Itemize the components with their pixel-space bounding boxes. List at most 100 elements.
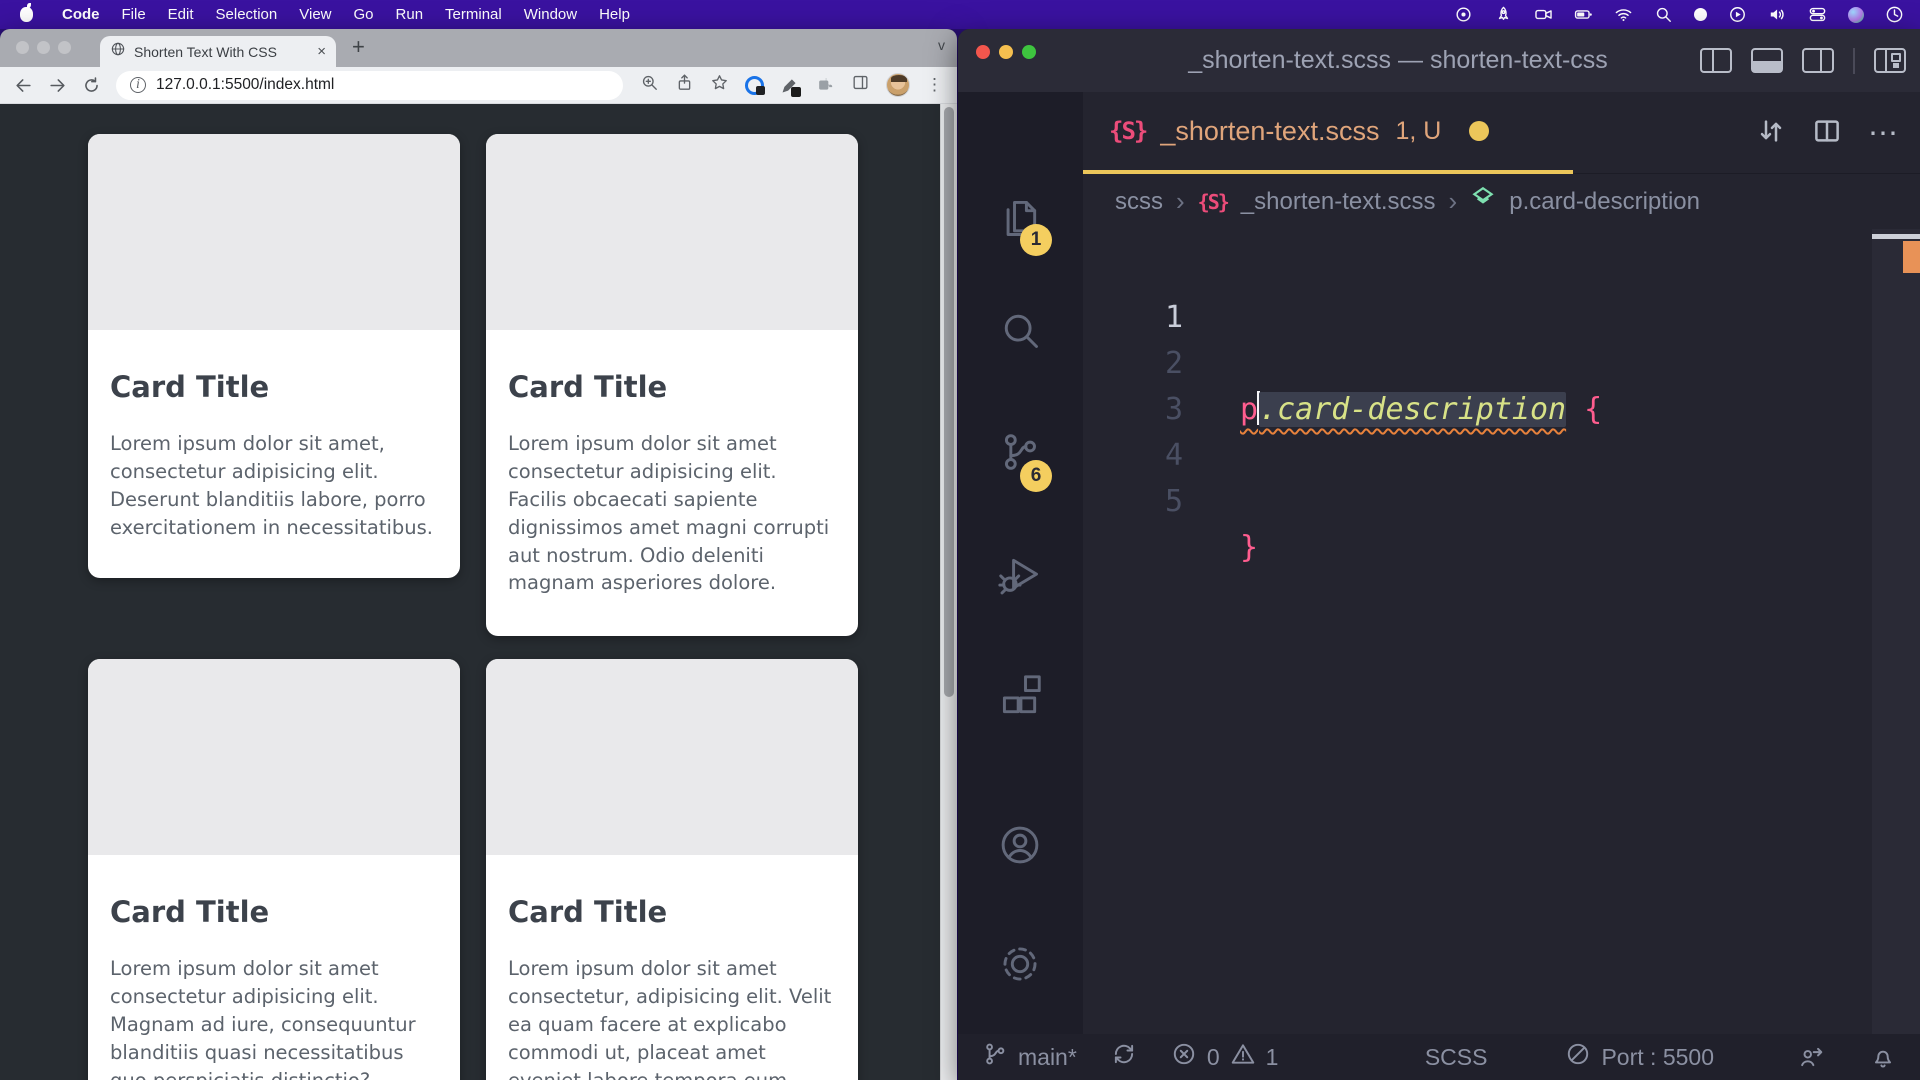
- colorpicker-extension-icon[interactable]: [780, 76, 799, 95]
- page-scrollbar[interactable]: [940, 104, 957, 1080]
- chevron-right-icon: ›: [1176, 186, 1185, 217]
- profile-avatar[interactable]: [886, 73, 910, 97]
- tab-search-chevron-icon[interactable]: v: [938, 37, 945, 53]
- menu-selection[interactable]: Selection: [205, 6, 289, 23]
- breadcrumb-symbol[interactable]: p.card-description: [1509, 188, 1700, 216]
- menu-go[interactable]: Go: [343, 6, 385, 23]
- sync-icon: [1111, 1041, 1137, 1073]
- card-description: Lorem ipsum dolor sit amet consectetur a…: [110, 955, 436, 1080]
- back-icon[interactable]: [14, 76, 33, 95]
- toggle-secondary-sidebar-icon[interactable]: [1802, 48, 1834, 73]
- notifications-bell-icon[interactable]: [1870, 1044, 1896, 1070]
- menu-edit[interactable]: Edit: [157, 6, 205, 23]
- run-debug-icon[interactable]: [998, 553, 1042, 597]
- feedback-icon[interactable]: [1798, 1044, 1824, 1070]
- line-number: 4: [1083, 433, 1183, 479]
- card-description: Lorem ipsum dolor sit amet consectetur a…: [508, 430, 834, 597]
- volume-icon[interactable]: [1768, 5, 1787, 24]
- divider: [1853, 48, 1855, 74]
- bookmark-star-icon[interactable]: [710, 73, 729, 97]
- port-label: Port : 5500: [1601, 1044, 1714, 1071]
- toggle-panel-icon[interactable]: [1751, 48, 1783, 73]
- accounts-icon[interactable]: [998, 823, 1042, 867]
- extensions-icon[interactable]: [998, 675, 1042, 719]
- editor-tab[interactable]: {S} _shorten-text.scss 1, U: [1083, 92, 1573, 174]
- activity-bar: 1 6: [958, 92, 1083, 1034]
- extensions-puzzle-icon[interactable]: [815, 73, 835, 98]
- menu-view[interactable]: View: [288, 6, 342, 23]
- card-image-placeholder: [486, 134, 858, 330]
- reload-icon[interactable]: [82, 76, 101, 95]
- menu-window[interactable]: Window: [513, 6, 588, 23]
- close-brace-token: }: [1240, 530, 1258, 565]
- card: Card Title Lorem ipsum dolor sit amet, c…: [88, 134, 460, 578]
- zoom-icon[interactable]: [640, 73, 659, 97]
- browser-window: Shorten Text With CSS × + v i 127.0.0.1:…: [0, 29, 957, 1080]
- browser-tab[interactable]: Shorten Text With CSS ×: [100, 36, 336, 67]
- scrollbar-thumb[interactable]: [944, 107, 954, 697]
- window-close-button[interactable]: [976, 45, 990, 59]
- dot-icon[interactable]: [1694, 8, 1707, 21]
- editor-scrollbar[interactable]: [1872, 229, 1920, 1034]
- apple-menu-icon[interactable]: [20, 7, 33, 22]
- code-editor[interactable]: 1 2 3 4 5 p.card-description { }: [1083, 229, 1920, 1034]
- breadcrumb-folder[interactable]: scss: [1115, 188, 1163, 216]
- card-title: Card Title: [508, 895, 834, 929]
- menu-app-name[interactable]: Code: [51, 6, 111, 23]
- card: Card Title Lorem ipsum dolor sit amet co…: [88, 659, 460, 1080]
- git-branch-item[interactable]: main*: [982, 1041, 1077, 1073]
- unsaved-changes-dot-icon[interactable]: [1469, 121, 1489, 141]
- video-camera-icon[interactable]: [1534, 5, 1553, 24]
- play-circle-icon[interactable]: [1728, 5, 1747, 24]
- window-minimize-button[interactable]: [37, 41, 50, 54]
- tab-close-icon[interactable]: ×: [317, 43, 326, 60]
- record-icon[interactable]: [1454, 5, 1473, 24]
- live-server-port-item[interactable]: Port : 5500: [1565, 1041, 1714, 1073]
- settings-gear-icon[interactable]: [998, 942, 1042, 986]
- url-bar[interactable]: i 127.0.0.1:5500/index.html: [116, 71, 623, 100]
- code-line-2[interactable]: }: [1240, 525, 1860, 571]
- wifi-icon[interactable]: [1614, 5, 1633, 24]
- search-icon[interactable]: [998, 308, 1042, 352]
- share-icon[interactable]: [675, 73, 694, 97]
- toggle-primary-sidebar-icon[interactable]: [1700, 48, 1732, 73]
- new-tab-button[interactable]: +: [352, 34, 365, 60]
- card: Card Title Lorem ipsum dolor sit amet co…: [486, 659, 858, 1080]
- siri-icon[interactable]: [1848, 7, 1864, 23]
- blocked-circle-icon: [1565, 1041, 1591, 1073]
- open-changes-icon[interactable]: [1756, 116, 1786, 151]
- menu-file[interactable]: File: [111, 6, 157, 23]
- sync-item[interactable]: [1111, 1041, 1137, 1073]
- window-zoom-button[interactable]: [58, 41, 71, 54]
- problems-item[interactable]: 0 1: [1171, 1041, 1279, 1073]
- url-text[interactable]: 127.0.0.1:5500/index.html: [156, 76, 334, 94]
- window-minimize-button[interactable]: [999, 45, 1013, 59]
- window-zoom-button[interactable]: [1022, 45, 1036, 59]
- rocket-icon[interactable]: [1494, 5, 1513, 24]
- language-mode-item[interactable]: SCSS: [1425, 1044, 1488, 1071]
- split-editor-icon[interactable]: [1812, 116, 1842, 151]
- battery-icon[interactable]: [1574, 5, 1593, 24]
- password-extension-icon[interactable]: [745, 76, 764, 95]
- card-title: Card Title: [508, 370, 834, 404]
- more-actions-icon[interactable]: ⋯: [1868, 116, 1900, 151]
- breadcrumbs: scss › {S} _shorten-text.scss › p.card-d…: [1083, 174, 1920, 229]
- clock-icon[interactable]: [1885, 5, 1904, 24]
- search-icon[interactable]: [1654, 5, 1673, 24]
- window-close-button[interactable]: [16, 41, 29, 54]
- card-description: Lorem ipsum dolor sit amet consectetur, …: [508, 955, 834, 1080]
- control-center-icon[interactable]: [1808, 5, 1827, 24]
- site-info-icon[interactable]: i: [130, 77, 146, 93]
- line-number: 5: [1083, 479, 1183, 525]
- code-content[interactable]: p.card-description { }: [1240, 295, 1860, 663]
- scrollbar-thumb[interactable]: [1872, 234, 1920, 239]
- code-line-1[interactable]: p.card-description {: [1240, 387, 1860, 433]
- side-panel-icon[interactable]: [851, 73, 870, 97]
- menu-run[interactable]: Run: [385, 6, 435, 23]
- customize-layout-icon[interactable]: [1874, 48, 1906, 73]
- menu-terminal[interactable]: Terminal: [434, 6, 513, 23]
- browser-menu-kebab-icon[interactable]: ⋮: [926, 75, 943, 95]
- breadcrumb-file[interactable]: _shorten-text.scss: [1241, 188, 1436, 216]
- forward-icon[interactable]: [48, 76, 67, 95]
- menu-help[interactable]: Help: [588, 6, 641, 23]
